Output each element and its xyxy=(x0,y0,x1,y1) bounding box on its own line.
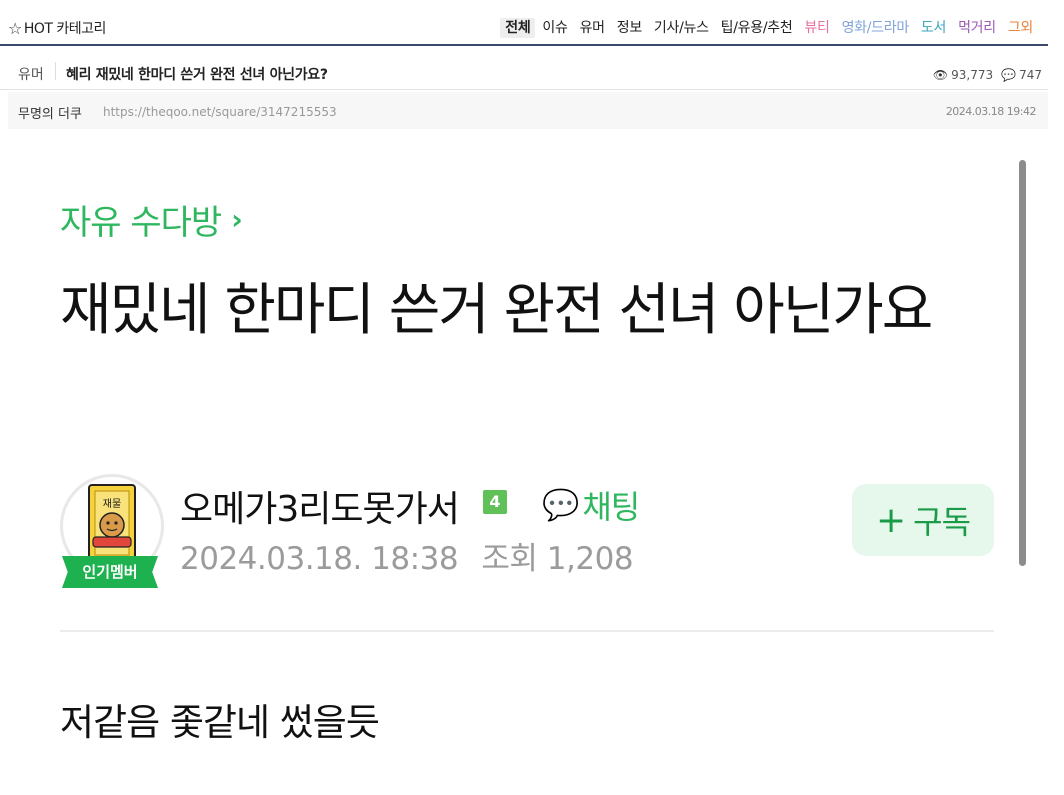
eye-icon: 👁 xyxy=(932,68,949,82)
category-bar: ☆ HOT 카테고리 전체 이슈 유머 정보 기사/뉴스 팁/유용/추천 뷰티 영화/드라마 도… xyxy=(0,0,1048,46)
article-title: 재밌네 한마디 쓴거 완전 선녀 아닌가요 xyxy=(60,278,933,343)
view-count: 93,773 xyxy=(951,68,994,82)
plus-icon: + xyxy=(875,499,906,541)
divider xyxy=(55,62,56,80)
board-name: 자유 수다방 xyxy=(60,203,222,243)
post-meta: 무명의 더쿠 https://theqoo.net/square/3147215… xyxy=(8,92,1048,129)
chat-button[interactable]: 💬 채팅 xyxy=(542,482,640,528)
tab-category[interactable]: 영화/드라마 xyxy=(837,18,914,38)
popular-member-badge: 인기멤버 xyxy=(62,556,158,588)
hot-category-label: HOT 카테고리 xyxy=(23,21,107,37)
post-title: 혜리 재밌네 한마디 쓴거 완전 선녀 아닌가요? xyxy=(66,67,328,83)
tab-category[interactable]: 그외 xyxy=(1003,18,1038,38)
content-divider xyxy=(60,630,994,632)
tab-category[interactable]: 뷰티 xyxy=(799,18,834,38)
avatar-text: 재물 xyxy=(103,498,121,510)
subscribe-label: 구독 xyxy=(913,503,971,541)
post-author: 무명의 더쿠 xyxy=(18,107,82,122)
article-body: 저같음 좇같네 썼을듯 xyxy=(60,701,380,744)
tab-category[interactable]: 팁/유용/추천 xyxy=(716,18,798,38)
tab-category[interactable]: 이슈 xyxy=(537,18,572,38)
tab-category[interactable]: 유머 xyxy=(575,18,610,38)
author-nickname[interactable]: 오메가3리도못가서 xyxy=(180,480,460,532)
chevron-right-icon: › xyxy=(231,203,243,236)
post-category[interactable]: 유머 xyxy=(18,64,44,84)
post-date: 2024.03.18 19:42 xyxy=(945,105,1037,118)
comment-icon: 💬 xyxy=(1001,68,1017,82)
board-link[interactable]: 자유 수다방 › xyxy=(60,195,243,244)
tab-category[interactable]: 전체 xyxy=(500,18,536,38)
tab-category[interactable]: 정보 xyxy=(612,18,647,38)
tab-category[interactable]: 먹거리 xyxy=(953,18,1001,38)
post-header: 유머 혜리 재밌네 한마디 쓴거 완전 선녀 아닌가요? 👁 93,773 💬 … xyxy=(0,48,1048,90)
category-tabs: 전체 이슈 유머 정보 기사/뉴스 팁/유용/추천 뷰티 영화/드라마 도서 먹거리 그외 xyxy=(498,18,1038,38)
tab-category[interactable]: 도서 xyxy=(916,18,951,38)
hot-category-toggle[interactable]: ☆ HOT 카테고리 xyxy=(8,18,106,38)
level-badge: 4 xyxy=(483,490,507,514)
article-views: 조회 1,208 xyxy=(481,541,634,577)
tab-category[interactable]: 기사/뉴스 xyxy=(649,18,714,38)
subscribe-button[interactable]: + 구독 xyxy=(852,484,994,556)
article-date: 2024.03.18. 18:38 xyxy=(180,541,459,577)
post-stats: 👁 93,773 💬 747 xyxy=(933,68,1042,82)
article-meta: 2024.03.18. 18:38 조회 1,208 xyxy=(180,533,634,578)
source-url[interactable]: https://theqoo.net/square/3147215553 xyxy=(103,105,337,119)
comment-count: 747 xyxy=(1019,68,1042,82)
chat-label: 채팅 xyxy=(582,488,640,526)
star-outline-icon: ☆ xyxy=(8,18,22,38)
scrollbar-thumb[interactable] xyxy=(1019,160,1026,566)
chat-bubble-icon: 💬 xyxy=(542,487,579,523)
